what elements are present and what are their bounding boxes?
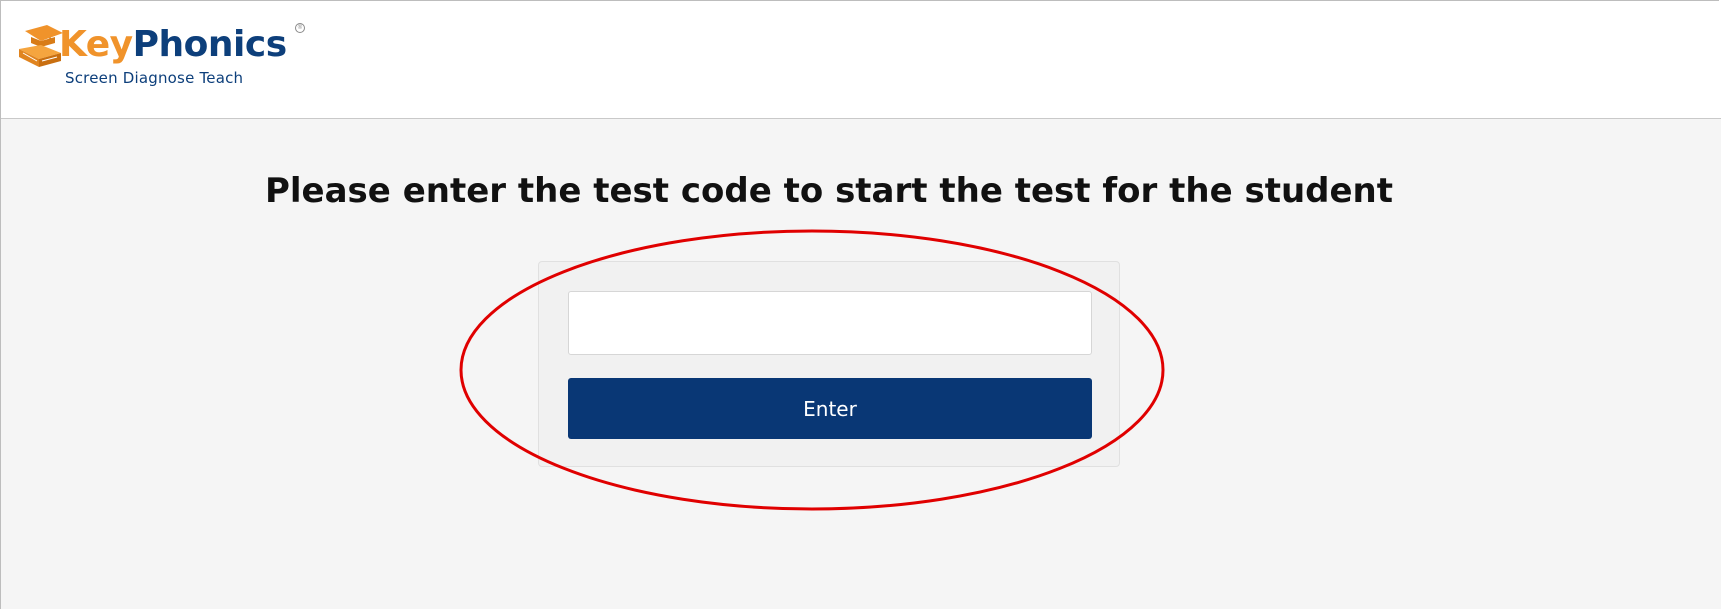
header: KeyPhonics ® Screen Diagnose Teach [1,1,1721,119]
logo-key-text: Key [59,24,133,65]
keyphonics-logo[interactable]: KeyPhonics ® Screen Diagnose Teach [17,17,317,97]
registered-mark: ® [295,23,305,33]
enter-button[interactable]: Enter [568,378,1092,439]
main-content: Please enter the test code to start the … [1,119,1721,609]
logo-wordmark: KeyPhonics [59,25,287,65]
page-heading: Please enter the test code to start the … [264,171,1394,211]
logo-tagline: Screen Diagnose Teach [65,69,244,87]
logo-phonics-text: Phonics [132,24,287,65]
test-code-card: Enter [538,261,1120,467]
test-code-input[interactable] [568,291,1092,355]
